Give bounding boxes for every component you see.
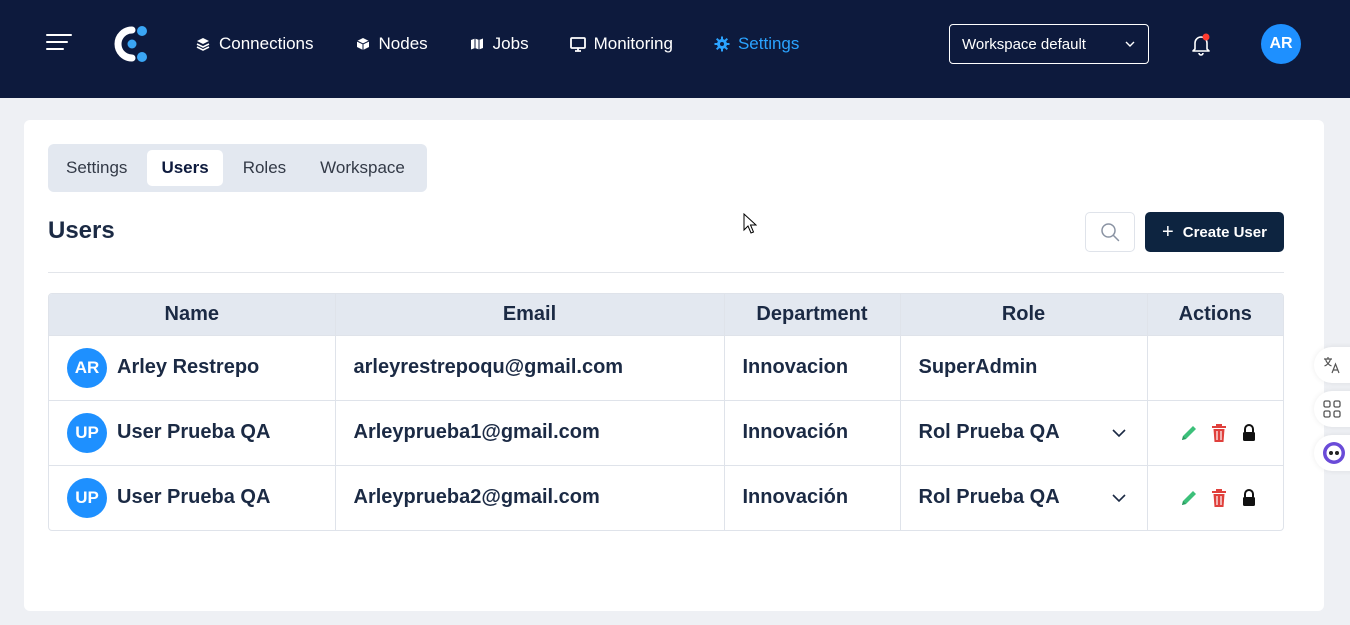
translate-icon — [1324, 357, 1340, 374]
user-name: Arley Restrepo — [117, 356, 260, 378]
workspace-select-value: Workspace default — [962, 35, 1086, 53]
edit-button[interactable] — [1178, 487, 1200, 509]
nav-label: Nodes — [378, 34, 428, 53]
apps-widget[interactable] — [1314, 391, 1350, 427]
nav-nodes[interactable]: Nodes — [355, 34, 428, 54]
pencil-icon — [1181, 425, 1196, 440]
layers-icon — [195, 36, 211, 52]
create-user-label: Create User — [1182, 223, 1267, 241]
avatar: AR — [67, 347, 107, 388]
nav-label: Settings — [737, 34, 800, 53]
actions-cell — [1147, 464, 1283, 530]
tab-settings[interactable]: Settings — [52, 150, 141, 186]
settings-tabs: Settings Users Roles Workspace — [48, 144, 427, 192]
pencil-icon — [1181, 490, 1196, 505]
avatar: UP — [67, 412, 107, 453]
actions-cell — [1147, 399, 1283, 465]
assistant-widget[interactable] — [1314, 435, 1350, 471]
role-dropdown[interactable] — [1111, 490, 1127, 506]
monitor-icon — [569, 36, 586, 52]
user-name: User Prueba QA — [117, 486, 271, 509]
top-navigation-bar: Connections Nodes Jobs Monitoring Settin… — [0, 0, 1350, 98]
tab-workspace[interactable]: Workspace — [306, 150, 419, 186]
table-row: UP User Prueba QA Arleyprueba2@gmail.com… — [49, 464, 1283, 530]
edit-button[interactable] — [1178, 422, 1200, 444]
column-header-role[interactable]: Role — [900, 294, 1148, 335]
delete-button[interactable] — [1208, 422, 1230, 444]
table-row: AR Arley Restrepo arleyrestrepoqu@gmail.… — [49, 334, 1283, 400]
chevron-down-icon — [1125, 41, 1135, 47]
tab-users[interactable]: Users — [147, 150, 223, 186]
role-dropdown[interactable] — [1111, 425, 1127, 441]
email-cell: Arleyprueba2@gmail.com — [335, 464, 725, 530]
name-cell: UP User Prueba QA — [49, 399, 336, 465]
nav-label: Jobs — [492, 34, 529, 53]
nav-label: Monitoring — [593, 34, 673, 53]
cube-icon — [355, 36, 371, 52]
table-header-row: Name Email Department Role Actions — [49, 294, 1283, 335]
users-table: Name Email Department Role Actions AR Ar… — [48, 293, 1284, 531]
lock-button[interactable] — [1238, 487, 1260, 509]
chevron-down-icon — [1111, 428, 1126, 437]
department-cell: Innovacion — [724, 334, 901, 400]
nav-connections[interactable]: Connections — [195, 34, 314, 54]
trash-icon — [1211, 423, 1226, 442]
lock-icon — [1242, 488, 1255, 506]
map-icon — [469, 36, 485, 52]
role-value: SuperAdmin — [918, 356, 1038, 378]
column-header-email[interactable]: Email — [335, 294, 725, 335]
assistant-bot-icon — [1323, 442, 1345, 464]
name-cell: UP User Prueba QA — [49, 464, 336, 530]
email-cell: arleyrestrepoqu@gmail.com — [335, 334, 725, 400]
lock-button[interactable] — [1238, 422, 1260, 444]
avatar: UP — [67, 477, 107, 518]
role-value: Rol Prueba QA — [918, 421, 1060, 443]
role-cell: SuperAdmin — [900, 334, 1148, 400]
search-icon — [1101, 223, 1120, 242]
apps-grid-icon — [1323, 400, 1341, 418]
table-row: UP User Prueba QA Arleyprueba1@gmail.com… — [49, 399, 1283, 465]
column-header-actions: Actions — [1147, 294, 1283, 335]
workspace-select[interactable]: Workspace default — [949, 24, 1149, 64]
notification-bell-icon[interactable] — [1189, 32, 1213, 56]
settings-card: Settings Users Roles Workspace Users + C… — [24, 120, 1324, 611]
nav-jobs[interactable]: Jobs — [469, 34, 529, 54]
mouse-cursor-icon — [743, 213, 757, 234]
translate-widget[interactable] — [1314, 347, 1350, 383]
gear-icon — [714, 36, 730, 52]
user-initials: AR — [1269, 35, 1293, 52]
app-logo[interactable] — [110, 24, 150, 64]
tab-roles[interactable]: Roles — [229, 150, 300, 186]
main-nav: Connections Nodes Jobs Monitoring Settin… — [195, 30, 840, 58]
nav-monitoring[interactable]: Monitoring — [569, 34, 673, 54]
column-header-name[interactable]: Name — [49, 294, 336, 335]
role-cell: Rol Prueba QA — [900, 399, 1148, 465]
user-name: User Prueba QA — [117, 421, 271, 443]
trash-icon — [1211, 488, 1226, 507]
name-cell: AR Arley Restrepo — [49, 334, 336, 400]
chevron-down-icon — [1111, 494, 1126, 502]
divider — [48, 272, 1284, 273]
search-button[interactable] — [1085, 212, 1135, 252]
create-user-button[interactable]: + Create User — [1145, 212, 1284, 252]
nav-settings[interactable]: Settings — [714, 34, 799, 54]
actions-cell — [1147, 334, 1283, 400]
page-title: Users — [48, 217, 115, 244]
email-cell: Arleyprueba1@gmail.com — [335, 399, 725, 465]
delete-button[interactable] — [1208, 487, 1230, 509]
lock-icon — [1242, 423, 1255, 441]
column-header-department[interactable]: Department — [724, 294, 901, 335]
role-cell: Rol Prueba QA — [900, 464, 1148, 530]
plus-icon: + — [1162, 221, 1174, 243]
nav-label: Connections — [219, 34, 314, 53]
user-avatar[interactable]: AR — [1261, 24, 1301, 64]
hamburger-menu-icon[interactable] — [46, 32, 72, 52]
department-cell: Innovación — [724, 464, 901, 530]
department-cell: Innovación — [724, 399, 901, 465]
role-value: Rol Prueba QA — [918, 486, 1060, 509]
